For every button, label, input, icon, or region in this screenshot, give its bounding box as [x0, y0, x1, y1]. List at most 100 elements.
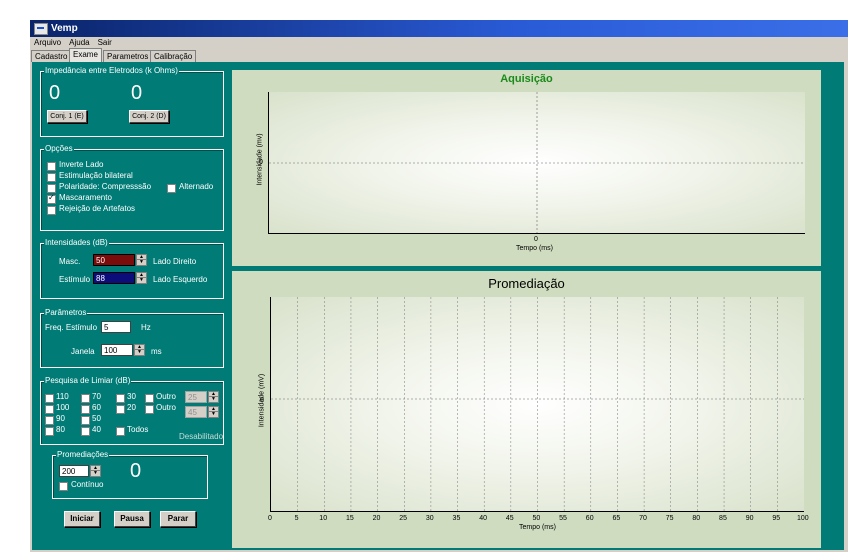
limiar-90-label: 90	[56, 414, 65, 423]
limiar-50-checkbox[interactable]	[81, 416, 90, 425]
averages-input[interactable]: 200	[59, 465, 89, 477]
limiar-80-checkbox[interactable]	[45, 427, 54, 436]
limiar-70-checkbox[interactable]	[81, 394, 90, 403]
options-group-label: Opções	[44, 144, 74, 153]
spin-down-icon[interactable]: ▼	[209, 397, 218, 402]
continuo-label: Contínuo	[71, 480, 104, 489]
pausa-button[interactable]: Pausa	[114, 511, 150, 527]
limiar-outro2-checkbox[interactable]	[145, 405, 154, 414]
estimulacao-bilateral-checkbox[interactable]	[47, 173, 56, 182]
averaging-xtick: 25	[399, 515, 408, 522]
menu-arquivo[interactable]: Arquivo	[34, 38, 61, 47]
limiar-20-label: 20	[127, 403, 136, 412]
averaging-grid	[271, 297, 804, 511]
tab-cadastro[interactable]: Cadastro	[31, 50, 72, 62]
freq-input[interactable]: 5	[101, 321, 131, 333]
spin-down-icon[interactable]: ▼	[91, 471, 100, 476]
limiar-outro2-input[interactable]: 45	[185, 406, 207, 418]
freq-label: Freq. Estímulo	[45, 323, 98, 332]
impedance-left-value: 0	[49, 82, 61, 104]
limiar-outro1-label: Outro	[156, 392, 177, 401]
tab-parametros[interactable]: Parametros	[103, 50, 153, 62]
janela-spinner[interactable]: ▲ ▼	[134, 344, 145, 356]
averaging-xtick: 90	[745, 515, 754, 522]
averages-group: Promediações 200 ▲ ▼ Contínuo 0	[52, 450, 208, 499]
averaging-xtick: 0	[268, 515, 272, 522]
estimulo-input[interactable]: 88	[93, 272, 135, 284]
acquisition-title: Aquisição	[500, 73, 553, 85]
averaging-panel: Promediação Intensidade (mV) 0 0 5 10 15 20 2…	[232, 271, 821, 548]
averaging-xtick: 80	[692, 515, 701, 522]
impedance-right-value: 0	[131, 82, 143, 104]
limiar-50-label: 50	[92, 414, 101, 423]
janela-label: Janela	[71, 347, 95, 356]
masc-spinner[interactable]: ▲ ▼	[136, 254, 147, 266]
acquisition-plot[interactable]	[268, 92, 805, 234]
alternado-label: Alternado	[179, 182, 214, 191]
rejeicao-artefatos-checkbox[interactable]	[47, 206, 56, 215]
mascaramento-checkbox[interactable]	[47, 193, 56, 204]
conj-2-button[interactable]: Conj. 2 (D)	[129, 110, 169, 123]
continuo-checkbox[interactable]	[59, 482, 68, 491]
acquisition-panel: Aquisição Intensidade (mv) 0 0 Tempo (ms…	[232, 70, 821, 266]
acquisition-xtick: 0	[534, 236, 538, 243]
limiar-outro1-checkbox[interactable]	[145, 394, 154, 403]
app-icon	[34, 23, 48, 35]
limiar-60-label: 60	[92, 403, 101, 412]
averaging-plot[interactable]	[270, 297, 804, 512]
limiar-outro1-input[interactable]: 25	[185, 391, 207, 403]
averaging-xlabel: Tempo (ms)	[519, 524, 556, 531]
limiar-90-checkbox[interactable]	[45, 416, 54, 425]
averaging-xtick: 20	[372, 515, 381, 522]
limiar-60-checkbox[interactable]	[81, 405, 90, 414]
masc-input[interactable]: 50	[93, 254, 135, 266]
estimulo-label: Estímulo	[59, 275, 91, 284]
intensities-group-label: Intensidades (dB)	[44, 238, 109, 247]
masc-side-label: Lado Direito	[153, 257, 197, 266]
limiar-110-checkbox[interactable]	[45, 394, 54, 403]
threshold-group-label: Pesquisa de Limiar (dB)	[44, 376, 132, 385]
title-bar: Vemp	[30, 20, 848, 37]
janela-input[interactable]: 100	[101, 344, 133, 356]
polaridade-label: Polaridade: Compresssão	[59, 182, 152, 191]
iniciar-button[interactable]: Iniciar	[64, 511, 100, 527]
averaging-title: Promediação	[488, 276, 565, 291]
limiar-100-label: 100	[56, 403, 70, 412]
tab-calibracao[interactable]: Calibração	[150, 50, 197, 62]
inverte-lado-label: Inverte Lado	[59, 160, 104, 169]
conj-1-button[interactable]: Conj. 1 (E)	[47, 110, 87, 123]
averages-group-label: Promediações	[56, 450, 110, 459]
acquisition-grid	[269, 92, 805, 233]
limiar-100-checkbox[interactable]	[45, 405, 54, 414]
spin-down-icon[interactable]: ▼	[135, 350, 144, 355]
menu-sair[interactable]: Sair	[98, 38, 112, 47]
limiar-outro2-spinner[interactable]: ▲ ▼	[208, 406, 219, 418]
averages-spinner[interactable]: ▲ ▼	[90, 465, 101, 477]
limiar-20-checkbox[interactable]	[116, 405, 125, 414]
estimulacao-bilateral-label: Estimulação bilateral	[59, 171, 133, 180]
intensities-group: Intensidades (dB) Masc. 50 ▲ ▼ Lado Direi…	[40, 238, 224, 299]
menu-ajuda[interactable]: Ajuda	[69, 38, 89, 47]
limiar-40-label: 40	[92, 425, 101, 434]
limiar-outro1-spinner[interactable]: ▲ ▼	[208, 391, 219, 403]
limiar-40-checkbox[interactable]	[81, 427, 90, 436]
limiar-80-label: 80	[56, 425, 65, 434]
menu-bar: Arquivo Ajuda Sair	[30, 37, 848, 49]
limiar-todos-checkbox[interactable]	[116, 427, 125, 436]
estimulo-side-label: Lado Esquerdo	[153, 275, 208, 284]
spin-down-icon[interactable]: ▼	[137, 278, 146, 283]
parar-button[interactable]: Parar	[160, 511, 196, 527]
masc-label: Masc.	[59, 257, 81, 266]
averaging-xtick: 35	[452, 515, 461, 522]
spin-down-icon[interactable]: ▼	[209, 412, 218, 417]
alternado-checkbox[interactable]	[167, 184, 176, 193]
limiar-30-checkbox[interactable]	[116, 394, 125, 403]
averages-count: 0	[130, 460, 142, 482]
inverte-lado-checkbox[interactable]	[47, 162, 56, 171]
polaridade-checkbox[interactable]	[47, 184, 56, 193]
tab-exame[interactable]: Exame	[69, 48, 102, 62]
estimulo-spinner[interactable]: ▲ ▼	[136, 272, 147, 284]
limiar-70-label: 70	[92, 392, 101, 401]
limiar-outro2-label: Outro	[156, 403, 177, 412]
spin-down-icon[interactable]: ▼	[137, 260, 146, 265]
